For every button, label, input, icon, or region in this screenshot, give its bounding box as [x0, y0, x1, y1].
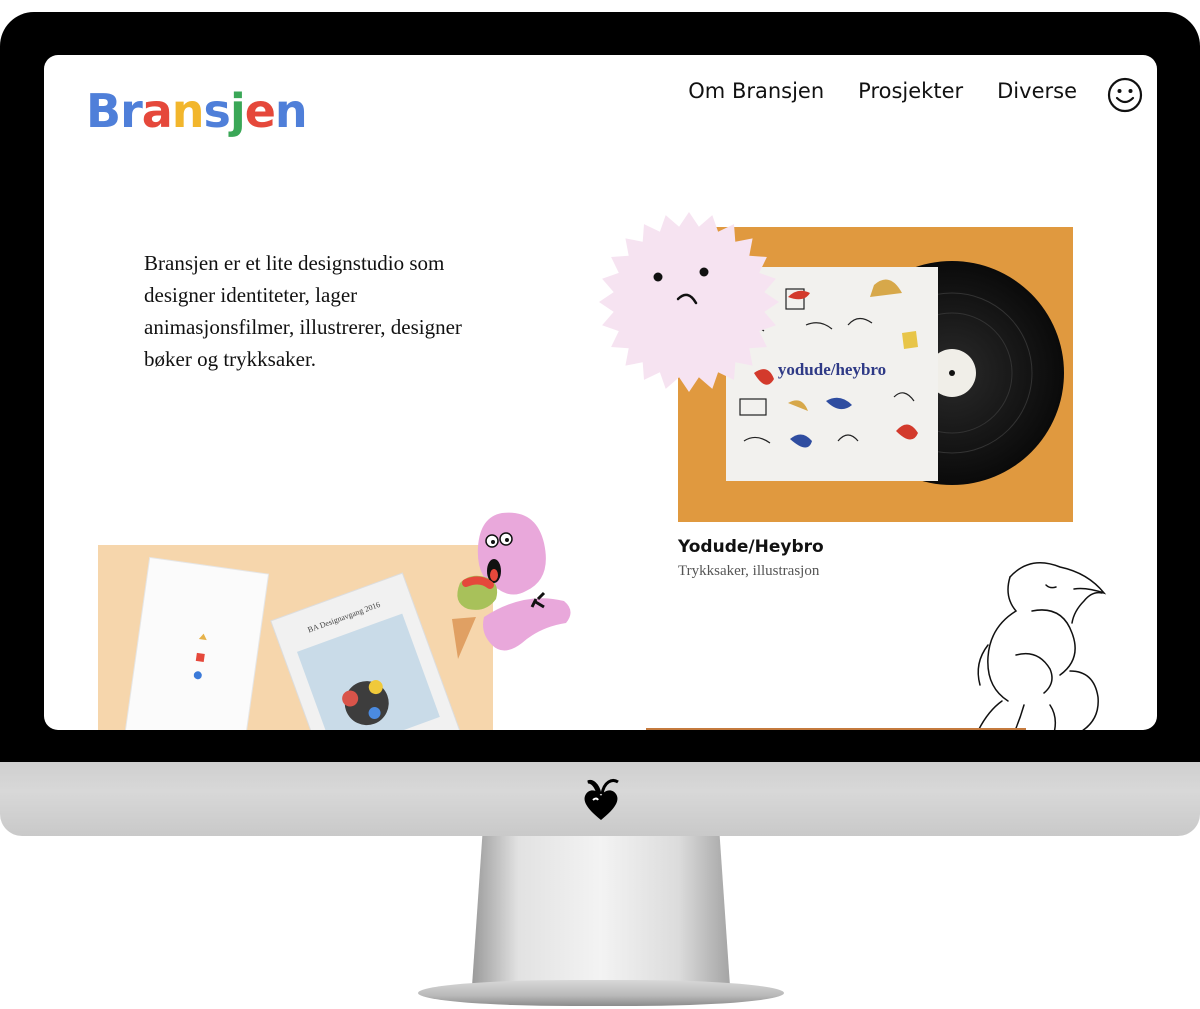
- monitor-stand-base: [418, 980, 784, 1006]
- nav-item-diverse[interactable]: Diverse: [997, 79, 1077, 103]
- project-title[interactable]: Yodude/Heybro: [678, 537, 824, 557]
- dodo-bird-sketch-icon: [977, 562, 1107, 730]
- intro-text: Bransjen er et lite designstudio som des…: [144, 251, 462, 371]
- logo-letter: r: [120, 84, 143, 138]
- booklet-photo: BA Designavgang 2016: [124, 556, 469, 730]
- pink-creature-icon: [452, 512, 571, 659]
- heart-sprout-icon: [584, 779, 619, 820]
- logo-letter: s: [203, 84, 231, 138]
- monitor-stand-neck: [472, 836, 730, 986]
- nav-item-prosjekter[interactable]: Prosjekter: [858, 79, 963, 103]
- project-image-ba-designavgang[interactable]: BA Designavgang 2016: [98, 545, 493, 730]
- album-title: yodude/heybro: [778, 360, 886, 379]
- logo-letter: j: [229, 84, 246, 138]
- main-nav: Om Bransjen Prosjekter Diverse: [688, 79, 1077, 103]
- logo-letter: B: [86, 84, 121, 138]
- logo-letter: e: [244, 84, 276, 138]
- smiley-icon[interactable]: [1107, 77, 1143, 113]
- project-tags: Trykksaker, illustrasjon: [678, 563, 820, 579]
- section-divider: [646, 728, 1026, 730]
- nav-item-om-bransjen[interactable]: Om Bransjen: [688, 79, 824, 103]
- site-logo[interactable]: Bransjen: [86, 88, 308, 134]
- logo-letter: n: [274, 84, 308, 138]
- logo-letter: n: [171, 84, 205, 138]
- sun-creature-icon: [599, 212, 779, 392]
- logo-letter: a: [141, 84, 173, 138]
- website-screen: Bransjen Om Bransjen Prosjekter Diverse …: [44, 55, 1157, 730]
